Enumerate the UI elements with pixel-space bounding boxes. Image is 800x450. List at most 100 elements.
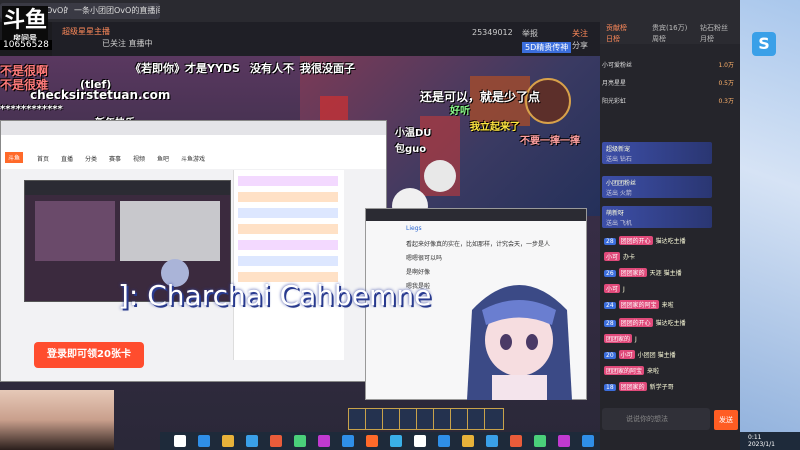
message-text: 小团团 猫主播 — [637, 352, 676, 359]
taskbar-app-icon[interactable] — [510, 435, 522, 447]
window-titlebar: 一条小团团OvO的直播... 一条小团团OvO的直播间 — [0, 0, 600, 22]
game-hotbar — [348, 408, 504, 430]
chat-line: 看起来好像真的实在，比如那样，计究会天，一步是人 — [406, 241, 551, 248]
user-name[interactable]: 团团的开心 — [618, 236, 653, 245]
message-text: J — [623, 286, 625, 293]
gift-text: 送出 钻石 — [606, 156, 632, 163]
danmaku-item: 我很没面子 — [300, 62, 355, 75]
taskbar-app-icon[interactable] — [366, 435, 378, 447]
level-badge: 28 — [604, 238, 616, 245]
rank-row[interactable]: 阳光彩虹 0.3万 — [602, 96, 738, 110]
user-name[interactable]: 团团家的 — [604, 334, 633, 343]
taskbar-app-icon[interactable] — [198, 435, 210, 447]
chat-line: 是啊好像 — [406, 269, 431, 276]
sidebar-tabs: 贡献榜 贵宾(16万) 钻石粉丝 日榜 周榜 月榜 — [600, 20, 740, 44]
user-name[interactable]: 小可 — [618, 350, 635, 359]
taskbar-app-icon[interactable] — [558, 435, 570, 447]
vtuber-avatar — [452, 270, 587, 400]
taskbar-app-icon[interactable] — [414, 435, 426, 447]
follow-button[interactable]: 关注 — [572, 28, 588, 39]
share-button[interactable]: 分享 — [572, 40, 588, 51]
clock-date: 2023/1/1 — [748, 441, 775, 448]
tab-day[interactable]: 日榜 — [606, 34, 620, 44]
taskbar-app-icon[interactable] — [270, 435, 282, 447]
room-info: 已关注 直播中 — [102, 39, 153, 48]
user-name[interactable]: 团团家的 — [618, 382, 647, 391]
taskbar-app-icon[interactable] — [318, 435, 330, 447]
browser-tab-2[interactable]: 一条小团团OvO的直播间 — [68, 3, 160, 19]
send-button[interactable]: 发送 — [714, 410, 738, 430]
message-text: J — [635, 336, 637, 343]
level-badge: 20 — [604, 352, 616, 359]
webcam-thumbnail — [38, 390, 76, 450]
room-id: 10656528 — [0, 40, 52, 50]
site-nav-item[interactable]: 鱼吧 — [157, 154, 169, 163]
system-clock[interactable]: 0:11 2023/1/1 — [748, 434, 775, 448]
rank-user: 月亮星星 — [602, 80, 627, 87]
chat-message: 团团家的阿宝 来啦 — [604, 366, 659, 376]
user-name[interactable]: 团团家的 — [618, 268, 647, 277]
message-text: 来啦 — [661, 302, 674, 309]
gift-user: 萌新呀 — [606, 210, 625, 217]
rank-row[interactable]: 小可爱粉丝 1.0万 — [602, 60, 738, 74]
taskbar-app-icon[interactable] — [438, 435, 450, 447]
taskbar-app-icon[interactable] — [174, 435, 186, 447]
promo-banner[interactable]: 登录即可领20张卡 — [34, 342, 144, 368]
app-shortcut-icon[interactable]: S — [752, 32, 776, 56]
site-nav-item[interactable]: 首页 — [37, 154, 49, 163]
taskbar-app-icon[interactable] — [246, 435, 258, 447]
taskbar-app-icon[interactable] — [534, 435, 546, 447]
message-text: 办卡 — [623, 254, 636, 261]
taskbar-app-icon[interactable] — [342, 435, 354, 447]
taskbar-app-icon[interactable] — [582, 435, 594, 447]
danmaku-item: 我立起来了 — [470, 122, 520, 133]
site-nav-item[interactable]: 视频 — [133, 154, 145, 163]
live-subtitle: ]: Charchai Cahbemne — [118, 279, 432, 312]
tab-week[interactable]: 周榜 — [652, 34, 666, 44]
report-link[interactable]: 举报 — [522, 28, 538, 39]
message-text: 新学子哥 — [649, 384, 674, 391]
gift-text: 送出 火箭 — [606, 190, 632, 197]
clock-time: 0:11 — [748, 434, 762, 441]
chat-message: 28 团团的开心 猫达吃主播 — [604, 236, 686, 246]
noble-badge: 5D精贵传神 — [522, 42, 572, 53]
chat-message: 26 团团家的 天涯 猫主播 — [604, 268, 682, 278]
level-badge: 18 — [604, 384, 616, 391]
taskbar-app-icon[interactable] — [294, 435, 306, 447]
hotbar-slot[interactable] — [484, 408, 504, 430]
user-name[interactable]: 团团家的阿宝 — [618, 300, 659, 309]
danmaku-item: 不要一摔一摔 — [520, 136, 580, 147]
danmaku-item: 小温DU — [395, 128, 432, 139]
site-nav-item[interactable]: 斗鱼游戏 — [181, 154, 205, 163]
site-header: 斗鱼 首页 直播 分类 赛事 视频 鱼吧 斗鱼游戏 — [1, 147, 386, 169]
chat-line: 嗯嗯很可以吗 — [406, 255, 443, 262]
user-name[interactable]: 小可 — [604, 252, 621, 261]
nested-sidebar — [233, 170, 344, 360]
level-badge: 24 — [604, 302, 616, 309]
tab-contribution[interactable]: 贡献榜 — [606, 23, 627, 33]
taskbar-app-icon[interactable] — [486, 435, 498, 447]
user-name[interactable]: 团团家的阿宝 — [604, 366, 645, 375]
user-name[interactable]: 小可 — [604, 284, 621, 293]
chat-input[interactable]: 说说你的想法 — [602, 408, 710, 430]
taskbar-app-icon[interactable] — [222, 435, 234, 447]
danmaku-item: 没有人不 — [250, 62, 294, 75]
rank-row[interactable]: 月亮星星 0.5万 — [602, 78, 738, 92]
webcam-thumbnail — [0, 390, 38, 450]
stream-header: 超级星星主播 已关注 直播中 25349012 举报 关注 分享 5D精贵传神 — [52, 22, 600, 56]
chat-message: 28 团团的开心 猫达吃主播 — [604, 318, 686, 328]
chat-message: 团团家的 J — [604, 334, 637, 344]
site-nav-item[interactable]: 直播 — [61, 154, 73, 163]
user-name[interactable]: 团团的开心 — [618, 318, 653, 327]
taskbar-app-icon[interactable] — [462, 435, 474, 447]
gift-user: 小团团粉丝 — [606, 180, 637, 187]
tab-diamond-fans[interactable]: 钻石粉丝 — [700, 23, 728, 33]
tab-month[interactable]: 月榜 — [700, 34, 714, 44]
site-nav-item[interactable]: 分类 — [85, 154, 97, 163]
tab-vip[interactable]: 贵宾(16万) — [652, 23, 687, 33]
danmaku-item: 《若即你》才是YYDS — [130, 62, 240, 75]
chat-message: 24 团团家的阿宝 来啦 — [604, 300, 674, 310]
site-nav-item[interactable]: 赛事 — [109, 154, 121, 163]
chat-input-placeholder: 说说你的想法 — [626, 415, 668, 423]
taskbar-app-icon[interactable] — [390, 435, 402, 447]
